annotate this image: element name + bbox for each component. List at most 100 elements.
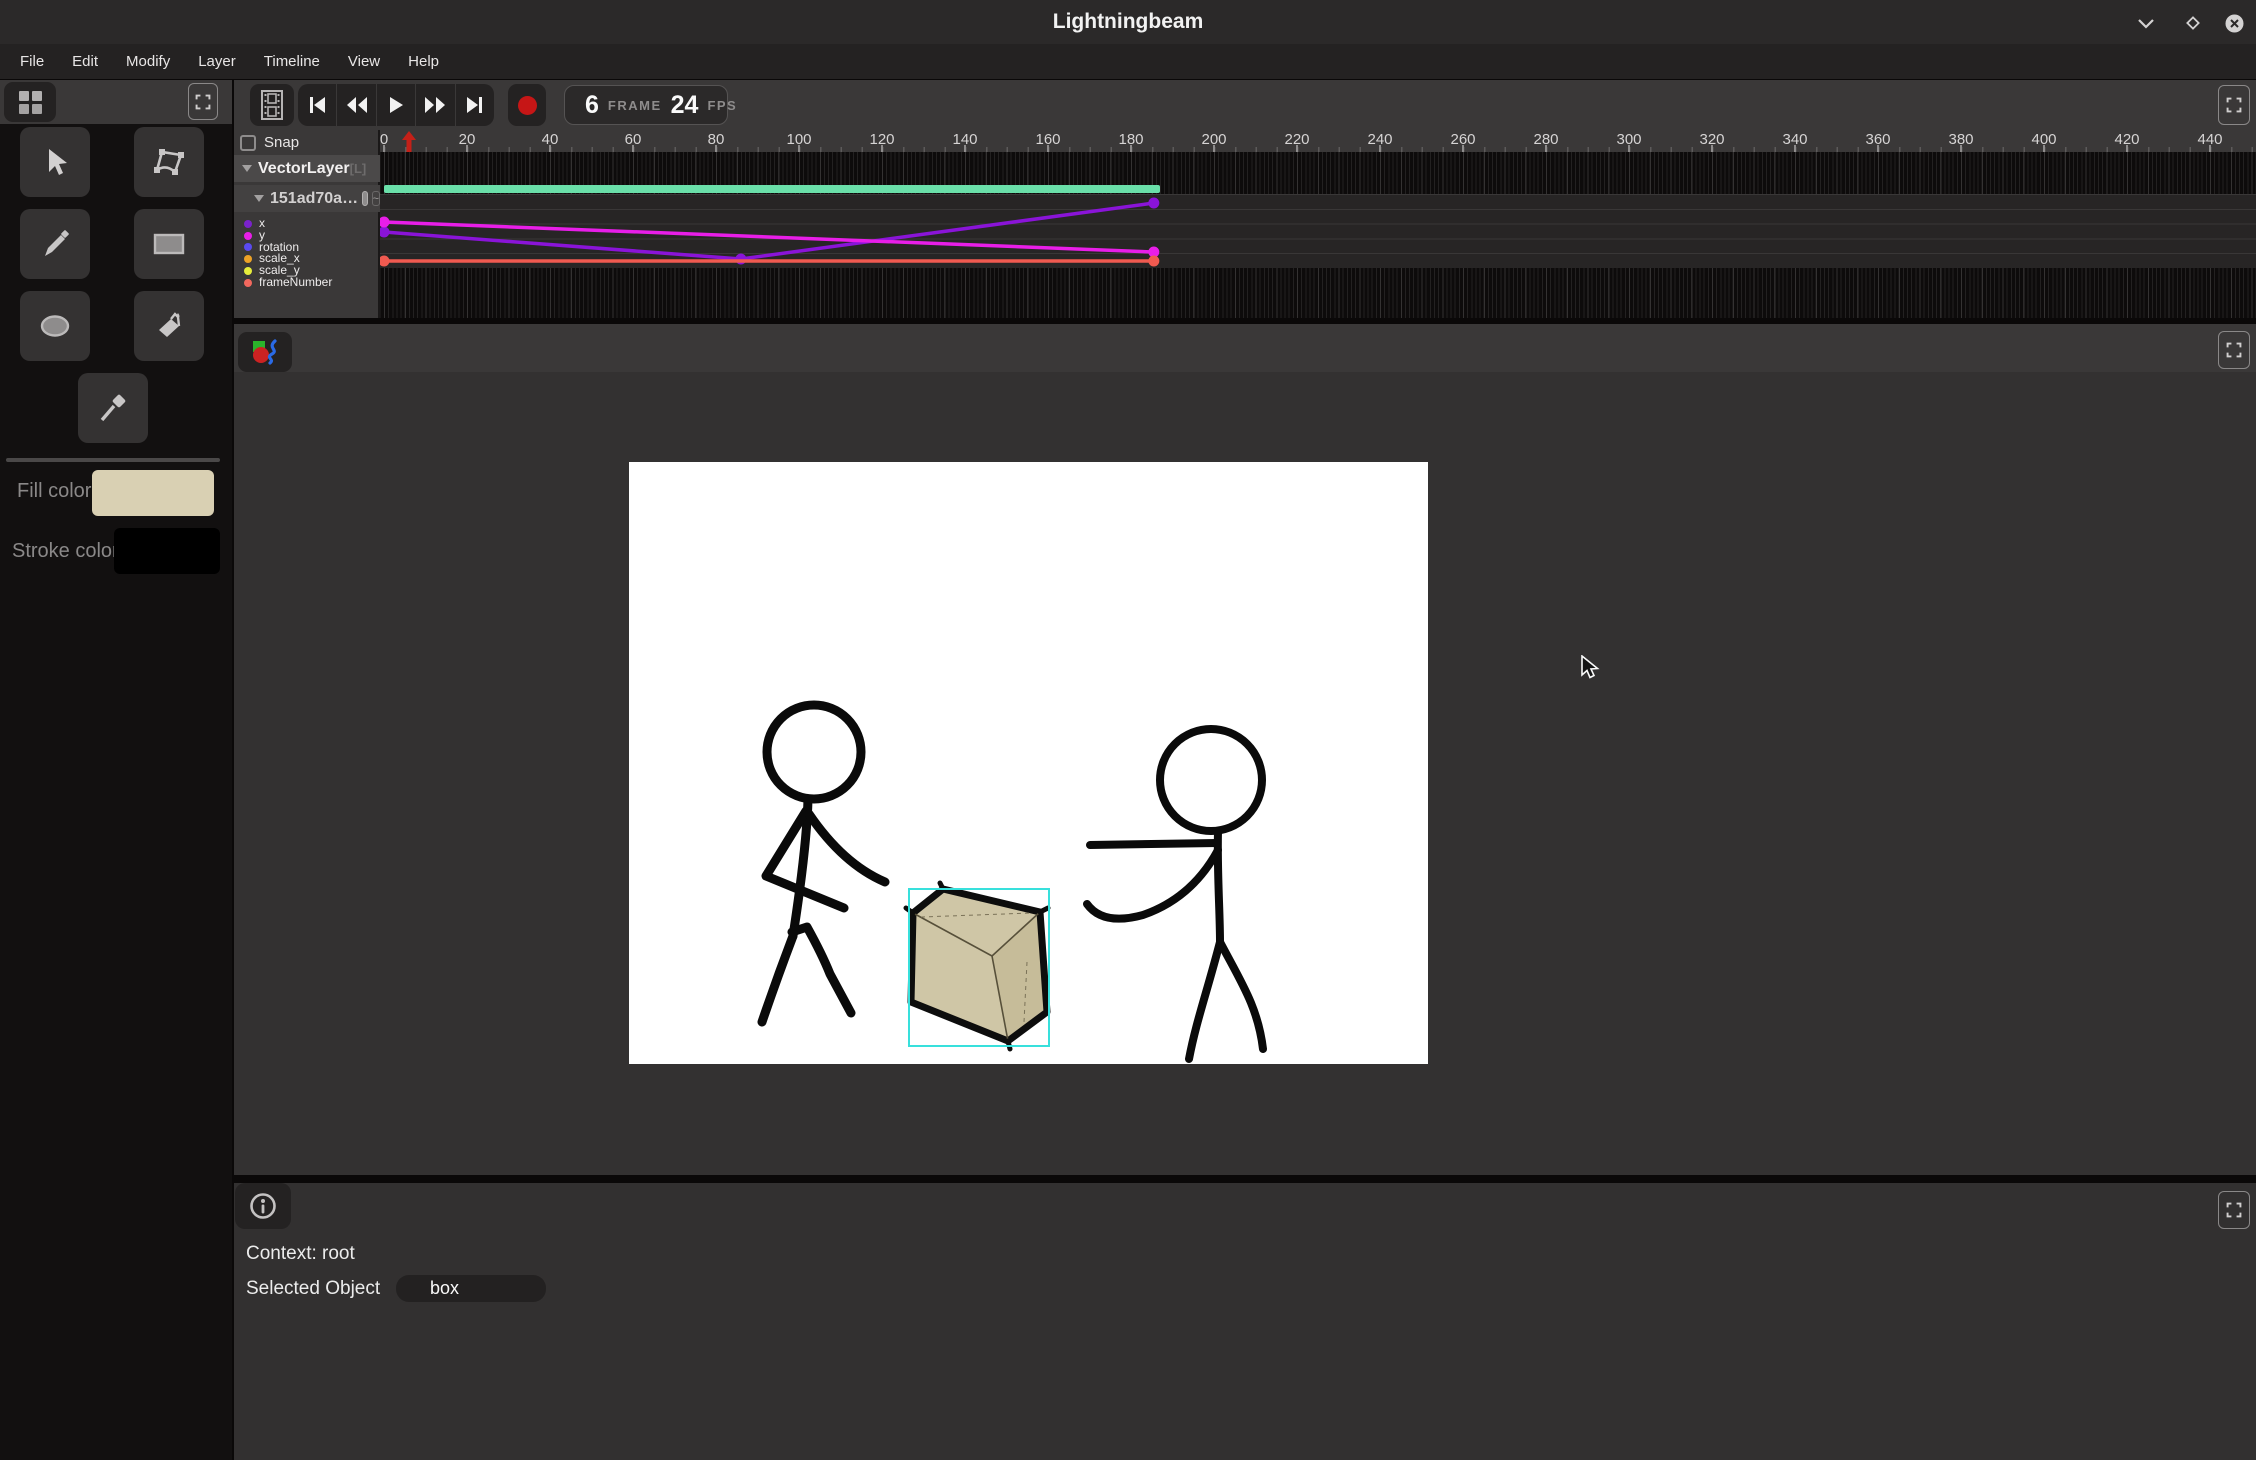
timeline-grid[interactable]: 0204060801001201401601802002202402602803… [380, 130, 2256, 318]
curve-panel[interactable] [380, 194, 2256, 268]
menu-item-file[interactable]: File [6, 44, 58, 79]
keyframe-x[interactable] [735, 254, 746, 265]
keyframe-x[interactable] [1148, 198, 1159, 209]
record-button[interactable] [508, 84, 546, 126]
menu-item-view[interactable]: View [334, 44, 394, 79]
tools-tab[interactable] [4, 82, 56, 122]
info-tab[interactable] [235, 1183, 291, 1229]
tools-panel: Fill color: Stroke color: [0, 80, 232, 1460]
ruler-tick [383, 145, 385, 152]
property-row-scale_x[interactable]: scale_x [234, 253, 380, 265]
layer-row-vectorlayer[interactable]: VectorLayer [L] [234, 155, 380, 182]
frame-label: FRAME [608, 98, 662, 113]
timeline-expand-button[interactable] [2218, 85, 2250, 125]
layer-span-bar[interactable] [384, 185, 1160, 193]
frame-value: 6 [585, 91, 599, 120]
menu-item-timeline[interactable]: Timeline [250, 44, 334, 79]
playback-controls [298, 84, 494, 126]
selection-box[interactable] [908, 888, 1050, 1047]
property-row-x[interactable]: x [234, 218, 380, 230]
stroke-color-label: Stroke color: [12, 540, 124, 563]
ruler-tick [1462, 145, 1464, 152]
timeline-ruler[interactable]: 0204060801001201401601802002202402602803… [380, 130, 2256, 152]
paint-bucket-tool-button[interactable] [134, 291, 204, 361]
minimize-button[interactable] [2136, 13, 2156, 33]
context-text: Context: root [246, 1243, 355, 1265]
fps-label: FPS [707, 98, 737, 113]
ruler-tick [549, 145, 551, 152]
keyframe-frameNumber[interactable] [380, 256, 390, 267]
sublayer-name: 151ad70a… [270, 190, 358, 208]
scene-icon [251, 339, 279, 365]
transport-display[interactable]: 6 FRAME 24 FPS [564, 85, 728, 125]
play-button[interactable] [377, 84, 416, 126]
window-title: Lightningbeam [0, 0, 2256, 44]
artboard[interactable] [629, 462, 1428, 1064]
canvas-header [234, 324, 2256, 372]
maximize-button[interactable] [2183, 13, 2203, 33]
skip-start-icon [308, 96, 326, 114]
expand-icon [2225, 341, 2243, 359]
pencil-tool-button[interactable] [20, 209, 90, 279]
property-row-rotation[interactable]: rotation [234, 242, 380, 254]
layer-color-toggle[interactable] [362, 191, 368, 206]
property-color-dot [244, 220, 252, 228]
canvas-expand-button[interactable] [2218, 331, 2250, 369]
ruler-tick [2126, 145, 2128, 152]
tools-expand-button[interactable] [188, 83, 218, 120]
grid-icon [18, 90, 43, 115]
ruler-tick [1213, 145, 1215, 152]
transform-tool-button[interactable] [134, 127, 204, 197]
ruler-tick [1711, 145, 1713, 152]
layer-tween-toggle[interactable]: ~ [372, 191, 380, 206]
skip-end-button[interactable] [456, 84, 494, 126]
property-row-frameNumber[interactable]: frameNumber [234, 277, 380, 289]
close-button[interactable] [2224, 13, 2244, 33]
frame-cells-strip[interactable] [380, 268, 2256, 318]
eyedropper-tool-button[interactable] [78, 373, 148, 443]
property-row-y[interactable]: y [234, 230, 380, 242]
layer-row-sublayer[interactable]: 151ad70a… ~ [234, 185, 380, 212]
rewind-button[interactable] [337, 84, 376, 126]
property-color-dot [244, 232, 252, 240]
snap-checkbox[interactable] [240, 135, 256, 151]
menu-bar: FileEditModifyLayerTimelineViewHelp [0, 44, 2256, 80]
ruler-tick [798, 145, 800, 152]
menu-item-layer[interactable]: Layer [184, 44, 250, 79]
selected-object-input[interactable]: box [396, 1275, 546, 1302]
fill-swatch[interactable] [92, 470, 214, 516]
ruler-tick [2209, 145, 2211, 152]
skip-start-button[interactable] [298, 84, 337, 126]
keyframe-frameNumber[interactable] [1148, 256, 1159, 267]
property-color-dot [244, 255, 252, 263]
ruler-tick [1296, 145, 1298, 152]
property-label: frameNumber [259, 277, 332, 289]
ellipse-tool-button[interactable] [20, 291, 90, 361]
info-icon [249, 1192, 277, 1220]
fast-forward-button[interactable] [416, 84, 455, 126]
fps-value: 24 [671, 91, 699, 120]
select-tool-button[interactable] [20, 127, 90, 197]
collapse-caret-icon[interactable] [254, 195, 264, 202]
menu-item-help[interactable]: Help [394, 44, 453, 79]
stroke-swatch[interactable] [114, 528, 220, 574]
ruler-tick [1130, 145, 1132, 152]
chevron-down-icon [2137, 18, 2155, 29]
collapse-caret-icon[interactable] [242, 165, 252, 172]
playhead[interactable] [402, 131, 416, 152]
timeline-tab[interactable] [250, 84, 294, 126]
property-color-dot [244, 267, 252, 275]
keyframe-y[interactable] [380, 217, 390, 228]
inspector-panel: Context: root Selected Object box [234, 1183, 2256, 1460]
property-color-dot [244, 279, 252, 287]
menu-item-modify[interactable]: Modify [112, 44, 184, 79]
rectangle-tool-button[interactable] [134, 209, 204, 279]
layer-suffix: [L] [350, 161, 367, 176]
keyframe-x[interactable] [380, 227, 390, 238]
cursor-icon [38, 145, 72, 179]
menu-item-edit[interactable]: Edit [58, 44, 112, 79]
close-circle-icon [2225, 14, 2244, 33]
canvas-panel [234, 324, 2256, 1175]
inspector-expand-button[interactable] [2218, 1191, 2250, 1229]
scene-tab[interactable] [238, 332, 292, 372]
